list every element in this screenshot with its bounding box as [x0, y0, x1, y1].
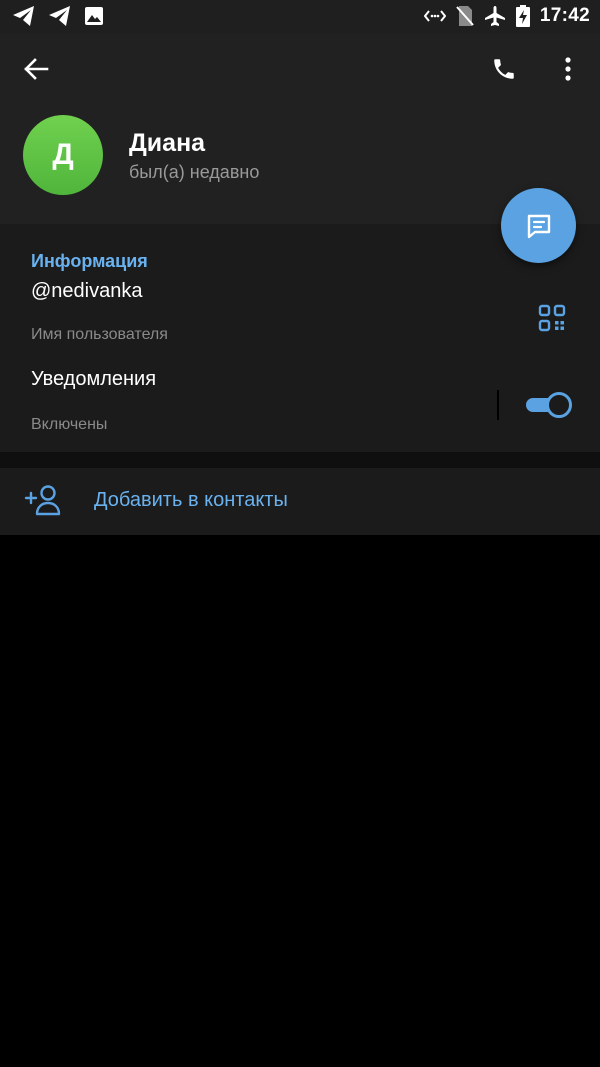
- arrow-left-icon: [24, 58, 49, 80]
- profile-name: Диана: [129, 129, 206, 157]
- last-seen-status: был(а) недавно: [129, 162, 260, 182]
- battery-charging-icon: [515, 5, 530, 27]
- more-vertical-icon: [565, 57, 571, 81]
- section-title-info: Информация: [31, 251, 148, 271]
- username-label: Имя пользователя: [31, 326, 168, 343]
- toggle-knob: [546, 392, 572, 418]
- info-section: Информация @nedivanka Имя пользователя У…: [0, 224, 600, 452]
- image-icon: [85, 7, 103, 25]
- section-separator: [0, 452, 600, 468]
- profile-header: Д Диана был(а) недавно: [0, 34, 600, 224]
- more-options-button[interactable]: [544, 45, 592, 93]
- airplane-icon: [484, 6, 505, 26]
- message-icon: [527, 214, 550, 238]
- username-value: @nedivanka: [31, 280, 143, 302]
- qr-code-icon: [538, 304, 566, 332]
- phone-icon: [494, 59, 514, 79]
- notifications-state: Включены: [31, 416, 108, 433]
- add-to-contacts-label: Добавить в контакты: [94, 489, 288, 511]
- row-divider: [497, 390, 499, 420]
- notifications-label: Уведомления: [31, 368, 157, 390]
- no-sim-icon: [456, 6, 474, 26]
- back-button[interactable]: [12, 45, 60, 93]
- telegram-icon: [49, 6, 70, 26]
- telegram-icon: [13, 6, 34, 26]
- avatar-initial: Д: [52, 138, 74, 171]
- status-bar: 17:42: [0, 0, 600, 34]
- call-button[interactable]: [480, 45, 528, 93]
- avatar[interactable]: Д: [23, 115, 103, 195]
- status-time: 17:42: [539, 5, 590, 26]
- notifications-toggle[interactable]: [526, 392, 572, 418]
- notification-icons: [12, 5, 104, 27]
- system-icons: 17:42: [423, 5, 590, 27]
- add-user-icon: [24, 485, 61, 516]
- add-to-contacts-button[interactable]: Добавить в контакты: [0, 468, 600, 535]
- qr-code-button[interactable]: [528, 294, 576, 342]
- send-message-button[interactable]: [501, 188, 576, 263]
- data-saver-icon: [423, 10, 446, 22]
